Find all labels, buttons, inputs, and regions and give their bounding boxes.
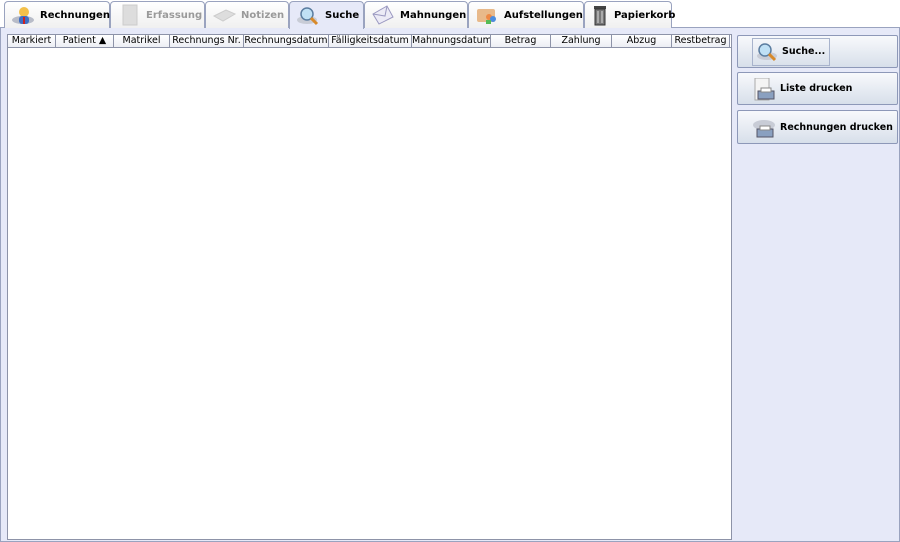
invoice-search-results-table[interactable]: Markiert Patient ▲ Matrikel Rechnungs Nr… [7,34,732,540]
entry-form-icon [117,4,141,26]
tab-label: Erfassung [146,9,203,21]
tab-papierkorb[interactable]: Papierkorb [584,1,676,28]
tab-suche[interactable]: Suche [289,1,364,29]
print-list-button[interactable]: Liste drucken [737,72,898,105]
invoice-person-icon [11,4,35,26]
column-header[interactable]: Zahlung [551,35,612,47]
envelope-icon [371,4,395,26]
tab-label: Suche [325,10,360,21]
tab-label: Aufstellungen [504,9,583,21]
tab-aufstellungen[interactable]: Aufstellungen [468,1,584,28]
trash-icon [591,4,609,26]
tab-label: Mahnungen [400,9,467,21]
column-header[interactable]: Abzug [612,35,672,47]
column-header[interactable]: Matrikel [114,35,170,47]
notes-icon [212,4,237,26]
column-header[interactable]: Restbetrag [672,35,730,47]
column-header[interactable]: Rechnungsdatum [244,35,329,47]
button-label: Rechnungen drucken [780,121,893,133]
tab-erfassung[interactable]: Erfassung [110,1,205,28]
column-header[interactable]: Markiert [8,35,56,47]
print-list-icon [752,77,776,100]
column-header[interactable]: Rechnungs Nr. [170,35,244,47]
tab-bar: Rechnungen Erfassung Notizen Suche Mahnu… [0,0,900,29]
search-icon [755,41,779,63]
tab-label: Notizen [241,9,285,21]
column-header[interactable]: Betrag [491,35,551,47]
print-invoices-button[interactable]: Rechnungen drucken [737,110,898,144]
column-header[interactable]: Mahnungsdatum [412,35,491,47]
tab-rechnungen[interactable]: Rechnungen [4,1,110,28]
button-label: Liste drucken [780,83,853,94]
tab-label: Rechnungen [40,9,110,21]
search-button[interactable]: Suche... [737,35,898,68]
search-icon [296,5,320,27]
tab-mahnungen[interactable]: Mahnungen [364,1,468,28]
print-invoices-icon [752,116,776,138]
tab-label: Papierkorb [614,9,676,21]
column-header[interactable]: Patient ▲ [56,35,114,47]
folder-users-icon [475,4,499,26]
button-label: Suche... [782,46,826,57]
column-header[interactable]: Fälligkeitsdatum [329,35,412,47]
table-header: Markiert Patient ▲ Matrikel Rechnungs Nr… [8,35,731,48]
tab-notizen[interactable]: Notizen [205,1,289,28]
